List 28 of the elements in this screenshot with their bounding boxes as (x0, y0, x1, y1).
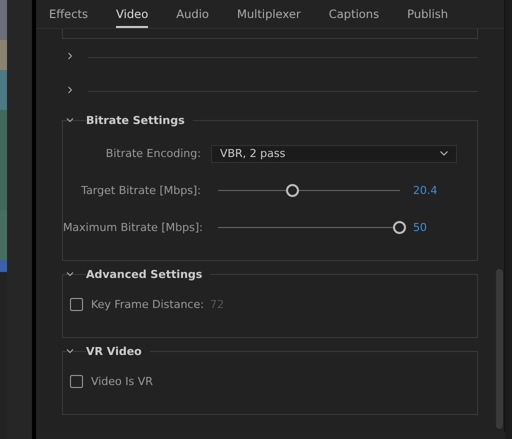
section-title: Advanced Settings (86, 268, 210, 280)
slider-value[interactable]: 50 (412, 221, 427, 234)
section-title: Bitrate Settings (86, 114, 193, 126)
scrollbar-thumb[interactable] (496, 269, 504, 429)
chevron-icon[interactable] (66, 52, 74, 60)
tab[interactable]: Multiplexer (236, 7, 301, 28)
checkbox-label[interactable]: Key Frame Distance: (90, 298, 204, 310)
checkbox-label[interactable]: Video Is VR (90, 374, 153, 388)
section-title: VR Video (86, 344, 150, 358)
slider-thumb[interactable] (392, 221, 406, 234)
checkbox[interactable] (70, 298, 83, 310)
checkbox[interactable] (70, 374, 83, 388)
slider-thumb[interactable] (286, 184, 300, 197)
chevron-icon[interactable] (66, 270, 74, 278)
slider-value[interactable]: 20.4 (412, 184, 438, 197)
caret-icon (440, 151, 448, 156)
tab[interactable]: Audio (176, 7, 209, 28)
tab[interactable]: Publish (407, 7, 448, 28)
encoding-dropdown[interactable]: VBR, 2 pass (210, 144, 457, 162)
chevron-icon[interactable] (66, 116, 74, 124)
field-label: Bitrate Encoding: (104, 147, 201, 160)
tab[interactable]: Captions (328, 7, 380, 28)
chevron-icon[interactable] (66, 347, 74, 355)
field-label: Maximum Bitrate [Mbps]: (62, 221, 201, 234)
tab[interactable]: Video (116, 7, 148, 28)
tab[interactable]: Effects (48, 7, 88, 28)
field-label: Target Bitrate [Mbps]: (80, 184, 201, 197)
chevron-icon[interactable] (66, 86, 74, 94)
